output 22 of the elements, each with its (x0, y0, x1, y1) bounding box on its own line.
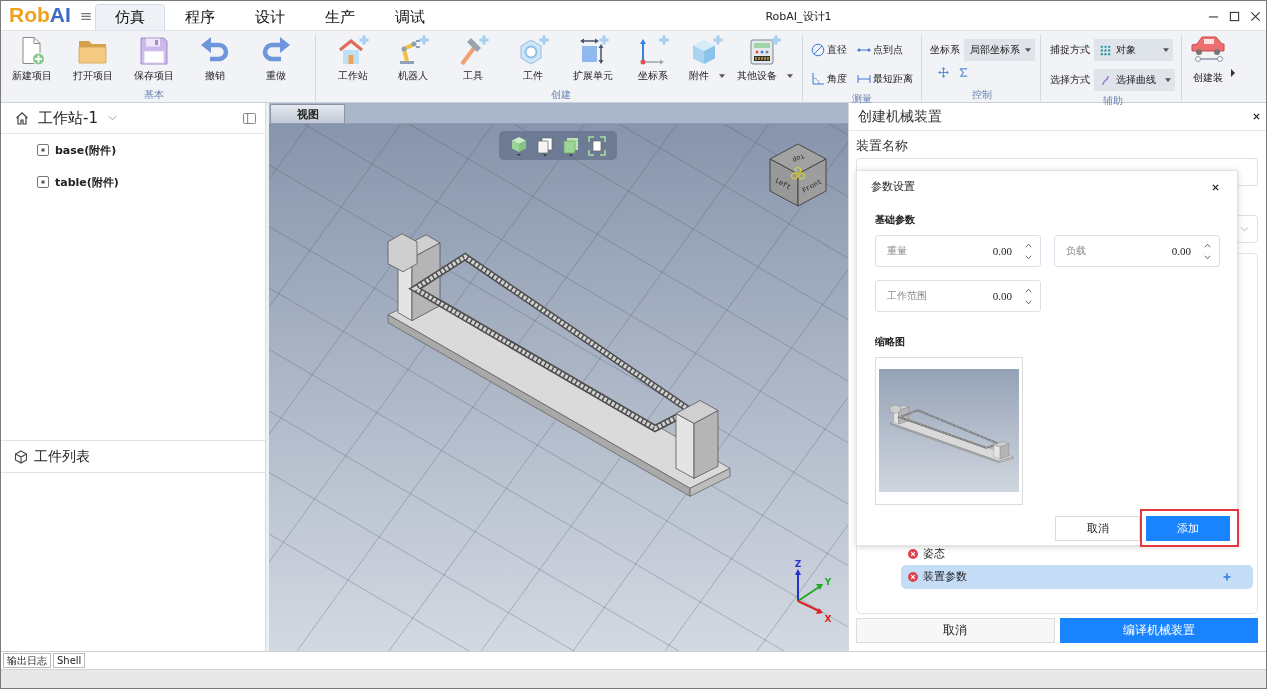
field-label: 装置名称 (856, 139, 909, 153)
field-label: 捕捉方式 (1050, 43, 1090, 57)
window-title: RobAI_设计1 (765, 9, 832, 24)
group-label: 创建 (550, 89, 572, 101)
field-label: 坐标系 (930, 43, 960, 57)
section-label: 基础参数 (875, 213, 916, 226)
section-label: 缩略图 (875, 335, 906, 348)
group-label: 控制 (971, 89, 993, 101)
parts-list-title: 工件列表 (34, 447, 90, 466)
group-label: 测量 (851, 93, 873, 105)
dialog-title: 参数设置 (871, 180, 915, 194)
panel-title: 创建机械装置 (858, 107, 942, 126)
field-label: 选择方式 (1050, 73, 1090, 87)
axis-label: Z (794, 559, 802, 569)
axis-label: X (824, 614, 832, 624)
field-label: 重量 (887, 244, 908, 258)
app-logo: RobAI (9, 3, 71, 27)
field-label: 工作范围 (887, 289, 928, 303)
group-label: 辅助 (1101, 95, 1124, 107)
group-label: 基本 (142, 89, 165, 101)
field-label: 负载 (1066, 244, 1087, 258)
axis-label: Y (824, 577, 832, 587)
